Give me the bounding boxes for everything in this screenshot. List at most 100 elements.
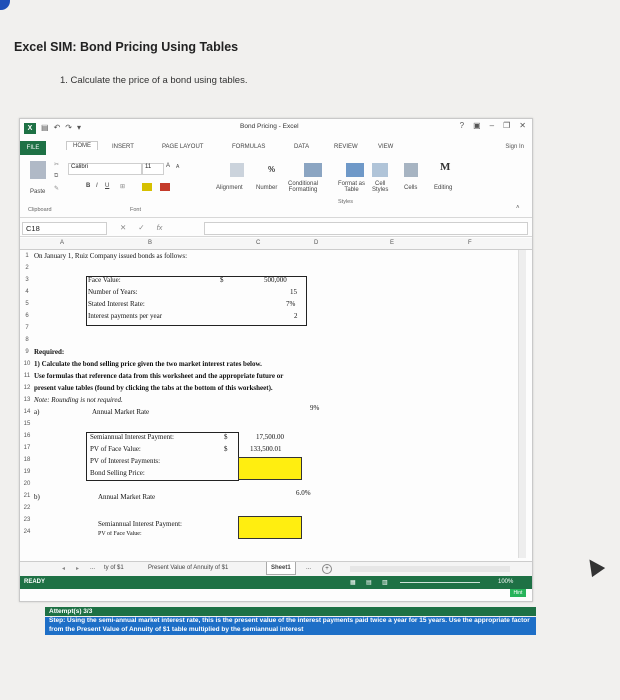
- tab-file[interactable]: FILE: [20, 141, 46, 155]
- row-number[interactable]: 1: [22, 253, 32, 259]
- stated-rate-value[interactable]: 7%: [286, 300, 295, 308]
- row-number[interactable]: 6: [22, 313, 32, 319]
- fx-icon[interactable]: fx: [157, 223, 163, 232]
- part-a-price-label[interactable]: Bond Selling Price:: [90, 469, 145, 477]
- alignment-icon[interactable]: [230, 163, 244, 177]
- payments-label[interactable]: Interest payments per year: [88, 312, 162, 320]
- fill-color-icon[interactable]: [142, 183, 152, 191]
- format-as-table-button[interactable]: Format as Table: [338, 181, 365, 193]
- answer-cell-yellow[interactable]: [238, 457, 302, 480]
- row-number[interactable]: 20: [22, 481, 32, 487]
- conditional-formatting-icon[interactable]: [304, 163, 322, 177]
- cells-icon[interactable]: [404, 163, 418, 177]
- tab-data[interactable]: DATA: [294, 144, 309, 150]
- paste-icon[interactable]: [30, 161, 46, 179]
- column-c[interactable]: C: [256, 240, 260, 246]
- cells-button[interactable]: Cells: [404, 185, 417, 191]
- tab-sheet1[interactable]: Sheet1: [266, 562, 296, 575]
- font-name-select[interactable]: Calibri: [68, 163, 142, 175]
- row-number[interactable]: 4: [22, 289, 32, 295]
- row-number[interactable]: 2: [22, 265, 32, 271]
- part-b-market-rate[interactable]: 6.0%: [296, 489, 311, 497]
- font-size-select[interactable]: 11: [142, 163, 164, 175]
- row-number[interactable]: 10: [22, 361, 32, 367]
- row-number[interactable]: 21: [22, 493, 32, 499]
- part-a-market-rate[interactable]: 9%: [310, 404, 319, 412]
- conditional-formatting-button[interactable]: Conditional Formatting: [288, 181, 318, 193]
- part-b-market-label[interactable]: Annual Market Rate: [98, 493, 155, 501]
- close-icon[interactable]: ✕: [519, 121, 526, 130]
- horizontal-scrollbar[interactable]: [350, 566, 510, 572]
- cut-icon[interactable]: ✂: [54, 161, 59, 168]
- required-line-3[interactable]: present value tables (found by clicking …: [34, 384, 273, 392]
- page-layout-view-icon[interactable]: ▤: [366, 579, 372, 586]
- customize-qat-icon[interactable]: ▾: [77, 123, 81, 134]
- column-f[interactable]: F: [468, 240, 472, 246]
- shrink-font-button[interactable]: A: [176, 164, 179, 170]
- row-number[interactable]: 16: [22, 433, 32, 439]
- years-value[interactable]: 15: [290, 288, 297, 296]
- normal-view-icon[interactable]: ▦: [350, 579, 356, 586]
- row-number[interactable]: 12: [22, 385, 32, 391]
- tab-view[interactable]: VIEW: [378, 144, 393, 150]
- part-a-label[interactable]: a): [34, 408, 39, 416]
- row-number[interactable]: 13: [22, 397, 32, 403]
- tab-pv-annuity[interactable]: Present Value of Annuity of $1: [148, 565, 228, 571]
- column-e[interactable]: E: [390, 240, 394, 246]
- undo-icon[interactable]: ↶: [54, 123, 61, 134]
- part-a-pvint-label[interactable]: PV of Interest Payments:: [90, 457, 160, 465]
- paste-button[interactable]: Paste: [30, 189, 45, 195]
- add-sheet-button[interactable]: +: [322, 564, 332, 574]
- row-number[interactable]: 14: [22, 409, 32, 415]
- borders-icon[interactable]: ⊞: [120, 183, 125, 190]
- tab-insert[interactable]: INSERT: [112, 144, 134, 150]
- hint-button[interactable]: Hint: [510, 589, 526, 597]
- face-value-value[interactable]: 500,000: [264, 276, 287, 284]
- row-number[interactable]: 8: [22, 337, 32, 343]
- restore-icon[interactable]: ❐: [503, 121, 510, 130]
- next-sheet-icon[interactable]: ▸: [76, 565, 79, 572]
- row-number[interactable]: 18: [22, 457, 32, 463]
- row-number[interactable]: 24: [22, 529, 32, 535]
- grow-font-button[interactable]: A: [166, 163, 170, 169]
- page-break-view-icon[interactable]: ▥: [382, 579, 388, 586]
- row-number[interactable]: 7: [22, 325, 32, 331]
- more-sheets-left[interactable]: ...: [90, 565, 95, 571]
- note-text[interactable]: Note: Rounding is not required.: [34, 396, 123, 404]
- cell-styles-button[interactable]: Cell Styles: [372, 181, 388, 193]
- tab-fv-of-1[interactable]: ty of $1: [104, 565, 124, 571]
- tab-formulas[interactable]: FORMULAS: [232, 144, 265, 150]
- column-a[interactable]: A: [60, 240, 64, 246]
- sign-in-link[interactable]: Sign In: [505, 144, 524, 150]
- face-value-label[interactable]: Face Value:: [88, 276, 121, 284]
- redo-icon[interactable]: ↷: [65, 123, 72, 134]
- years-label[interactable]: Number of Years:: [88, 288, 138, 296]
- row-number[interactable]: 22: [22, 505, 32, 511]
- vertical-scrollbar[interactable]: [518, 250, 526, 558]
- worksheet-grid[interactable]: 1 2 3 4 5 6 7 8 9 10 11 12 13 14 15 16 1…: [20, 250, 526, 558]
- enter-icon[interactable]: ✓: [138, 223, 144, 232]
- part-b-semi-label[interactable]: Semiannual Interest Payment:: [98, 520, 182, 528]
- cancel-icon[interactable]: ✕: [120, 223, 126, 232]
- underline-button[interactable]: U: [105, 183, 109, 189]
- tab-home[interactable]: HOME: [66, 141, 98, 150]
- part-a-pvface-value[interactable]: 133,500.01: [250, 445, 282, 453]
- format-painter-icon[interactable]: ✎: [54, 185, 59, 192]
- collapse-ribbon-icon[interactable]: ˄: [516, 205, 520, 211]
- save-icon[interactable]: ▤: [41, 123, 49, 134]
- copy-icon[interactable]: ⧉: [54, 173, 58, 180]
- zoom-level[interactable]: 100%: [498, 579, 513, 585]
- minimize-icon[interactable]: –: [490, 121, 494, 130]
- answer-cell-yellow[interactable]: [238, 516, 302, 539]
- row-number[interactable]: 15: [22, 421, 32, 427]
- tab-review[interactable]: REVIEW: [334, 144, 358, 150]
- format-as-table-icon[interactable]: [346, 163, 364, 177]
- alignment-button[interactable]: Alignment: [216, 185, 243, 191]
- editing-button[interactable]: Editing: [434, 185, 452, 191]
- required-line-1[interactable]: 1) Calculate the bond selling price give…: [34, 360, 262, 368]
- intro-text[interactable]: On January 1, Ruiz Company issued bonds …: [34, 252, 187, 260]
- part-b-pvface-label[interactable]: PV of Face Value:: [98, 531, 142, 536]
- part-a-semi-value[interactable]: 17,500.00: [256, 433, 284, 441]
- row-number[interactable]: 19: [22, 469, 32, 475]
- part-a-market-label[interactable]: Annual Market Rate: [92, 408, 149, 416]
